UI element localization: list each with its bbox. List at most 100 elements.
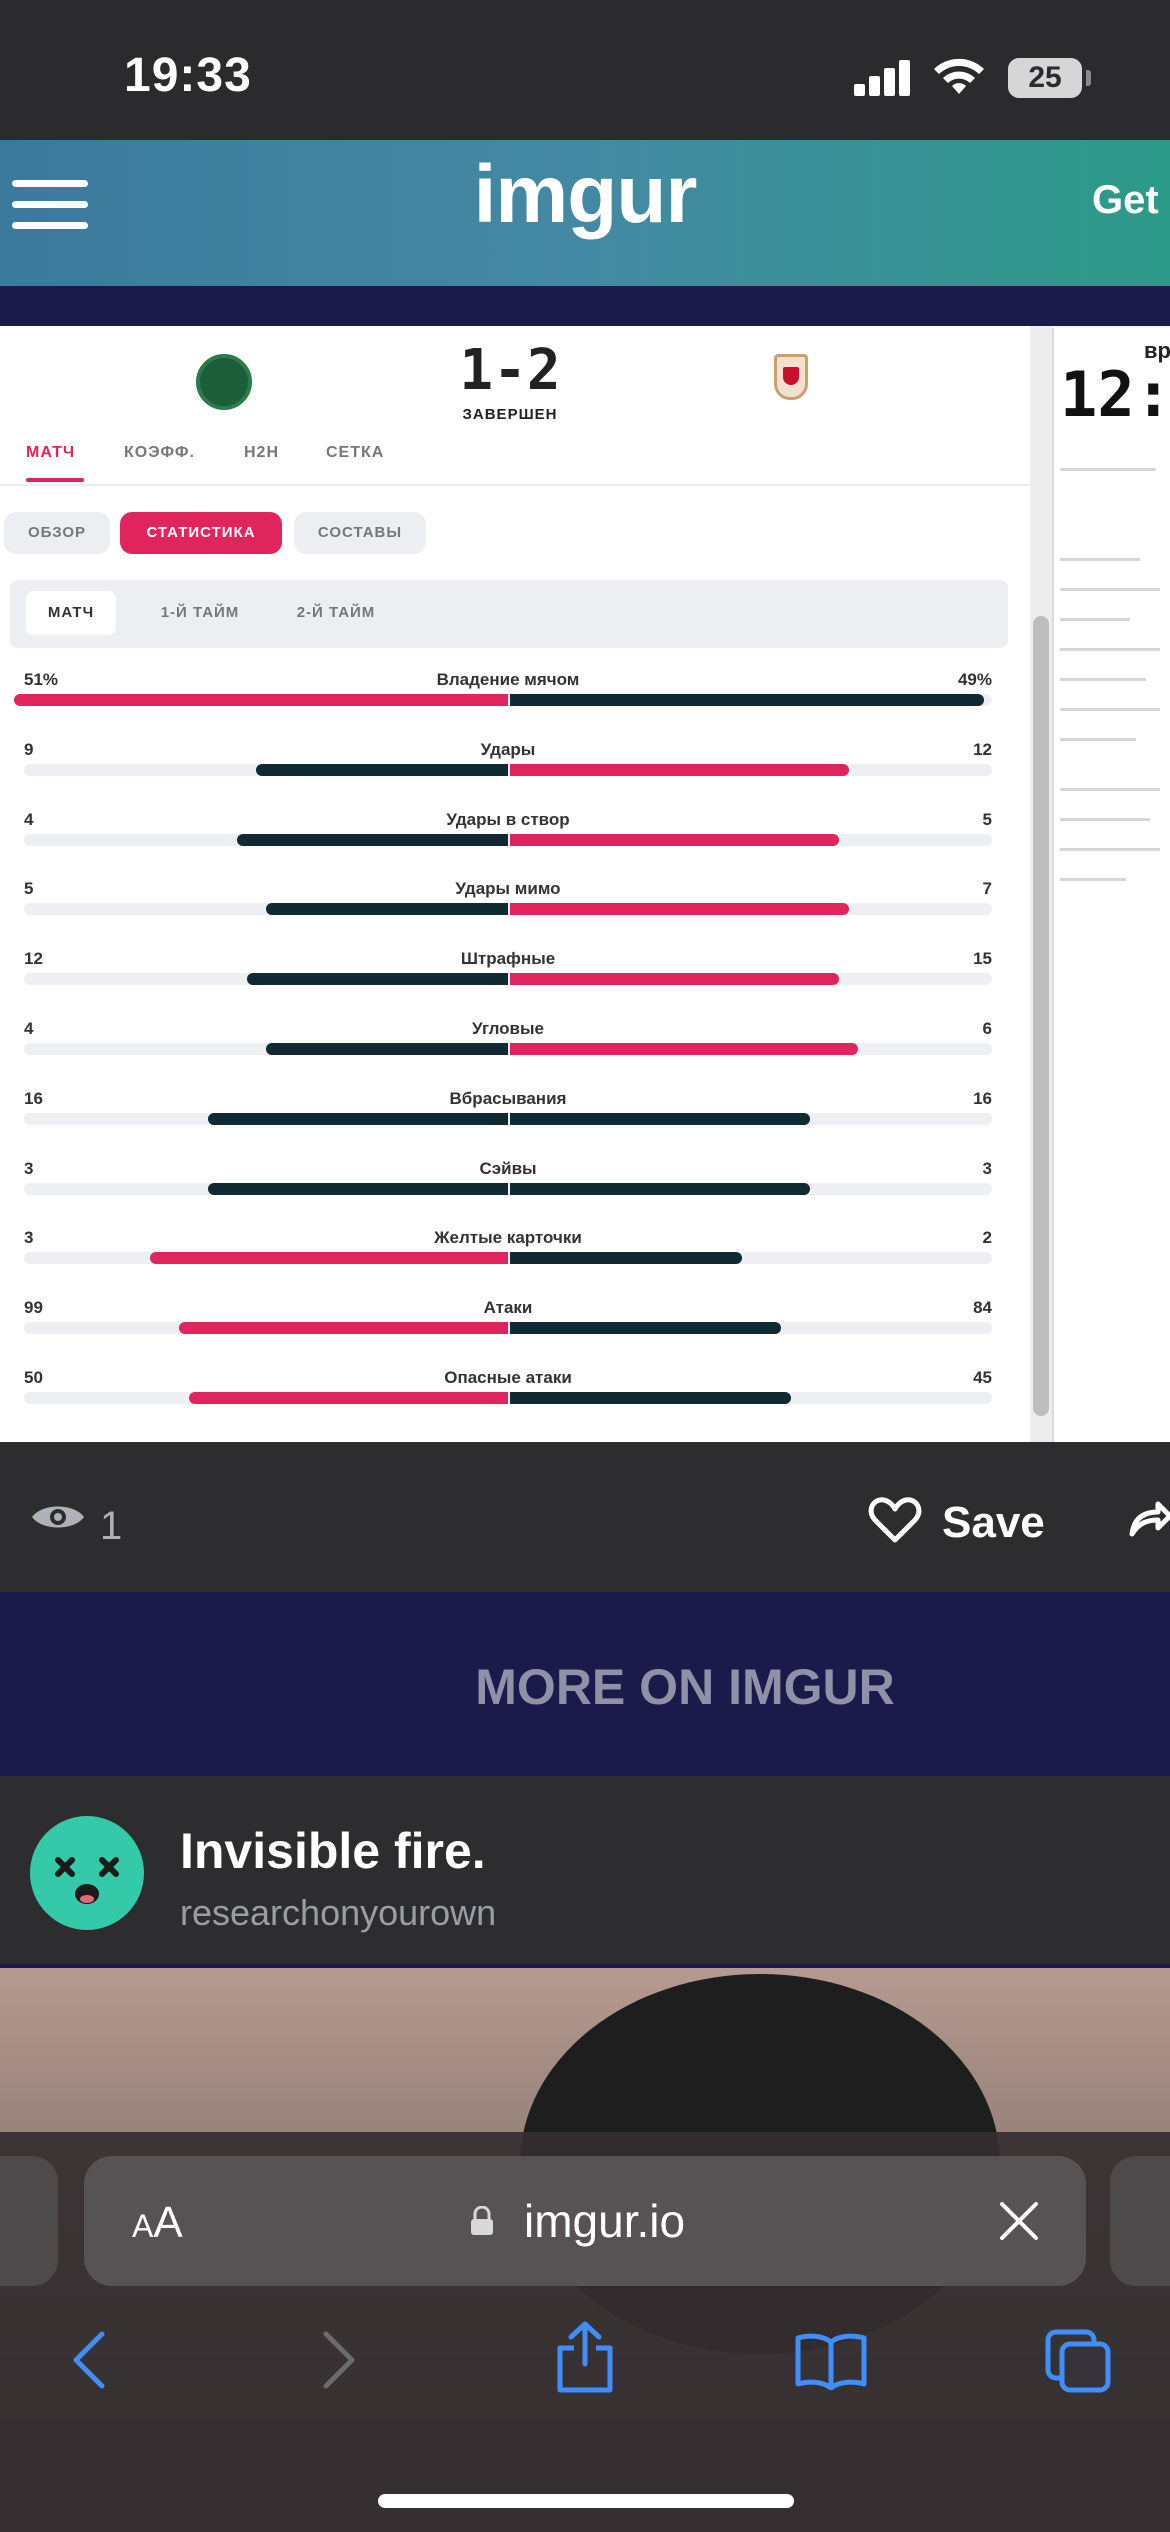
tab-h2h: H2H (244, 444, 280, 461)
stat-track (24, 1392, 992, 1404)
eye-icon (32, 1506, 84, 1528)
stat-label: Опасные атаки (444, 1368, 572, 1387)
stat-away-value: 84 (973, 1298, 992, 1317)
stat-row: 9 Удары 12 (24, 740, 992, 810)
post-actions: 1 Save (0, 1442, 1170, 1592)
chevron-left-icon[interactable] (68, 2330, 108, 2390)
status-time: 19:33 (124, 49, 252, 102)
tabs-icon[interactable] (1044, 2328, 1114, 2394)
status-bar: 19:33 25 (0, 0, 1170, 140)
stat-label: Удары (480, 740, 536, 759)
side-panel-time: 12: (1060, 358, 1170, 431)
related-post-title[interactable]: Invisible fire. (180, 1822, 486, 1880)
active-tab-indicator (26, 478, 84, 482)
stat-track (24, 1183, 992, 1195)
period-second-half: 2-Й ТАЙМ (296, 604, 376, 621)
subtab-statistics: СТАТИСТИКА (120, 512, 282, 554)
stat-label: Владение мячом (436, 670, 580, 689)
stat-home-bar (208, 1113, 508, 1125)
match-score: 1-2 (459, 338, 561, 403)
stat-row: 50 Опасные атаки 45 (24, 1368, 992, 1438)
stat-label: Удары мимо (455, 879, 561, 898)
stat-away-bar (510, 973, 839, 985)
stat-row: 99 Атаки 84 (24, 1298, 992, 1368)
stat-home-bar (266, 1043, 508, 1055)
period-first-half: 1-Й ТАЙМ (160, 604, 240, 621)
stat-away-value: 45 (973, 1368, 992, 1387)
heart-icon[interactable] (868, 1496, 922, 1544)
stat-row: 12 Штрафные 15 (24, 949, 992, 1019)
stat-home-bar (150, 1252, 508, 1264)
stat-away-value: 3 (982, 1159, 992, 1178)
stat-label: Удары в створ (446, 810, 570, 829)
stat-row: 4 Угловые 6 (24, 1019, 992, 1089)
stat-home-bar (266, 903, 508, 915)
stat-row: 4 Удары в створ 5 (24, 810, 992, 880)
url-text[interactable]: imgur.io (524, 2194, 685, 2248)
stat-row: 16 Вбрасывания 16 (24, 1089, 992, 1159)
stat-label: Угловые (472, 1019, 544, 1038)
get-app-button[interactable]: Get (1092, 178, 1159, 223)
share-box-icon[interactable] (554, 2320, 616, 2394)
tab-odds: КОЭФФ. (124, 444, 195, 461)
stat-track (24, 1113, 992, 1125)
cellular-signal-icon (854, 60, 912, 96)
browser-toolbar: AA imgur.io (0, 2132, 1170, 2532)
stat-label: Атаки (483, 1298, 533, 1317)
stat-track (24, 1322, 992, 1334)
related-post-author[interactable]: researchonyourown (180, 1892, 496, 1934)
stat-row: 3 Желтые карточки 2 (24, 1228, 992, 1298)
avatar[interactable] (30, 1816, 144, 1930)
stat-away-value: 15 (973, 949, 992, 968)
dizzy-face-icon (55, 1857, 119, 1904)
stat-home-bar (179, 1322, 508, 1334)
close-icon[interactable] (998, 2200, 1040, 2242)
next-tab-preview[interactable] (1110, 2156, 1170, 2286)
previous-tab-preview[interactable] (0, 2156, 58, 2286)
period-selector: МАТЧ 1-Й ТАЙМ 2-Й ТАЙМ (10, 580, 1008, 648)
stat-row: 5 Удары мимо 7 (24, 879, 992, 949)
stat-away-bar (510, 1113, 810, 1125)
stat-home-bar (208, 1183, 508, 1195)
stat-home-bar (14, 694, 508, 706)
stat-away-bar (510, 903, 849, 915)
post-image[interactable]: 1-2 ЗАВЕРШЕН МАТЧ КОЭФФ. H2H СЕТКА ОБЗОР… (0, 326, 1170, 1442)
wifi-icon (934, 58, 984, 94)
chevron-right-icon[interactable] (320, 2330, 360, 2390)
stat-track (24, 973, 992, 985)
stat-away-bar (510, 694, 984, 706)
tab-bracket: СЕТКА (326, 444, 385, 461)
stat-away-value: 49% (957, 670, 992, 689)
related-post-card[interactable]: Invisible fire. researchonyourown (0, 1776, 1170, 1964)
stat-home-bar (189, 1392, 508, 1404)
stat-away-value: 6 (982, 1019, 992, 1038)
more-on-imgur-section: MORE ON IMGUR (0, 1594, 1170, 1774)
save-button[interactable]: Save (942, 1498, 1045, 1548)
stat-away-bar (510, 1252, 742, 1264)
match-stats-sheet: 1-2 ЗАВЕРШЕН МАТЧ КОЭФФ. H2H СЕТКА ОБЗОР… (0, 326, 1030, 1442)
stat-row: 51% Владение мячом 49% (14, 670, 992, 740)
screen: 19:33 25 imgur Get 1-2 ЗАВЕРШЕН МАТЧ КОЭ… (0, 0, 1170, 2532)
stat-away-value: 7 (982, 879, 992, 898)
scrollbar-thumb (1033, 616, 1049, 1416)
stat-home-bar (237, 834, 508, 846)
stat-label: Вбрасывания (449, 1089, 567, 1108)
lock-icon (471, 2206, 493, 2235)
tabs-divider (0, 484, 1030, 486)
stat-home-bar (247, 973, 508, 985)
stat-home-bar (256, 764, 508, 776)
stat-row: 3 Сэйвы 3 (24, 1159, 992, 1229)
battery-icon: 25 (1008, 58, 1082, 98)
view-count: 1 (100, 1504, 123, 1548)
stat-away-bar (510, 1183, 810, 1195)
imgur-logo[interactable]: imgur (0, 148, 1170, 242)
stat-label: Штрафные (460, 949, 556, 968)
stat-away-bar (510, 1392, 791, 1404)
book-icon[interactable] (794, 2332, 868, 2390)
stat-label: Желтые карточки (434, 1228, 582, 1247)
share-icon[interactable] (1128, 1498, 1170, 1538)
tab-match: МАТЧ (26, 444, 76, 461)
reader-text-size-button[interactable]: AA (132, 2198, 183, 2248)
address-bar[interactable]: AA imgur.io (84, 2156, 1086, 2286)
stat-away-bar (510, 1043, 858, 1055)
